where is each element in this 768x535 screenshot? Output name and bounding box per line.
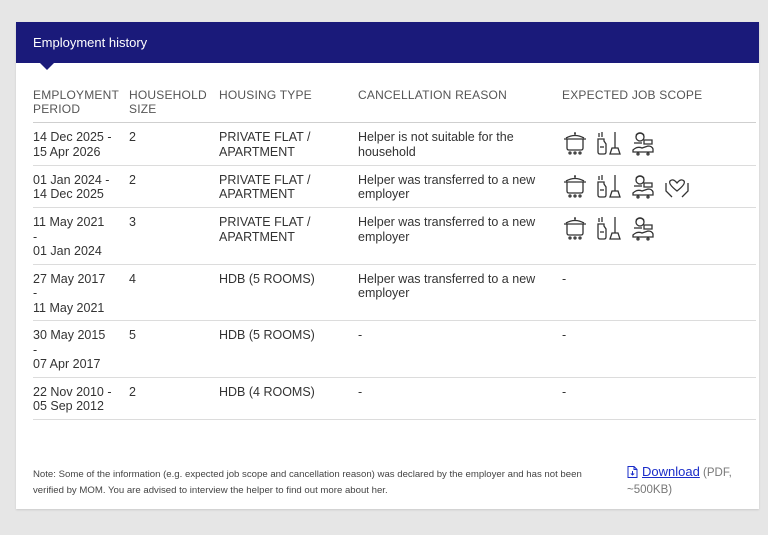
table-row: 11 May 2021-01 Jan 2024 3 PRIVATE FLAT / A…	[33, 207, 756, 265]
download-block: Download (PDF, ~500KB)	[627, 464, 745, 498]
period-start: 14 Dec 2025 -	[33, 130, 112, 144]
column-header-period: EMPLOYMENT PERIOD	[33, 88, 129, 123]
child-care-icon	[630, 130, 656, 160]
cell-employment-period: 14 Dec 2025 -15 Apr 2026	[33, 122, 129, 166]
cell-employment-period: 27 May 2017-11 May 2021	[33, 264, 129, 321]
cell-housing-type: HDB (5 ROOMS)	[219, 320, 358, 378]
card-title: Employment history	[33, 35, 148, 50]
table-row: 27 May 2017-11 May 2021 4 HDB (5 ROOMS) Hel…	[33, 264, 756, 321]
table-row: 30 May 2015-07 Apr 2017 5 HDB (5 ROOMS) - -	[33, 320, 756, 378]
cooking-icon	[562, 173, 588, 203]
cell-housing-type: HDB (4 ROOMS)	[219, 377, 358, 420]
period-start: 30 May 2015	[33, 328, 106, 342]
cell-household-size: 4	[129, 264, 219, 321]
cleaning-icon	[596, 130, 622, 160]
cell-household-size: 2	[129, 377, 219, 420]
cell-household-size: 2	[129, 122, 219, 166]
period-start: 27 May 2017	[33, 271, 106, 286]
cell-household-size: 2	[129, 165, 219, 208]
cell-job-scope: -	[562, 320, 756, 378]
period-end: 11 May 2021	[33, 300, 105, 315]
period-end: 07 Apr 2017	[33, 357, 101, 371]
table-row: 14 Dec 2025 -15 Apr 2026 2 PRIVATE FLAT / …	[33, 122, 756, 166]
period-dash: -	[33, 229, 38, 244]
cell-job-scope	[562, 122, 756, 166]
cell-job-scope: -	[562, 377, 756, 420]
cleaning-icon	[596, 215, 622, 245]
cell-household-size: 5	[129, 320, 219, 378]
period-start: 22 Nov 2010 -	[33, 384, 112, 399]
period-end: 05 Sep 2012	[33, 399, 104, 413]
cell-employment-period: 22 Nov 2010 -05 Sep 2012	[33, 377, 129, 420]
cooking-icon	[562, 130, 588, 160]
cell-employment-period: 01 Jan 2024 -14 Dec 2025	[33, 165, 129, 208]
employment-history-card: Employment history EMPLOYMENT PERIOD HOU…	[16, 22, 759, 509]
table-row: 01 Jan 2024 -14 Dec 2025 2 PRIVATE FLAT / …	[33, 165, 756, 208]
cell-household-size: 3	[129, 207, 219, 265]
cleaning-icon	[596, 173, 622, 203]
period-start: 01 Jan 2024 -	[33, 172, 110, 187]
caregiving-icon	[664, 173, 690, 203]
cell-housing-type: PRIVATE FLAT / APARTMENT	[219, 122, 358, 166]
cell-job-scope	[562, 165, 756, 208]
period-end: 01 Jan 2024	[33, 244, 102, 258]
cell-job-scope: -	[562, 264, 756, 321]
column-header-job-scope: EXPECTED JOB SCOPE	[562, 88, 756, 123]
cell-employment-period: 30 May 2015-07 Apr 2017	[33, 320, 129, 378]
cooking-icon	[562, 215, 588, 245]
cell-cancellation-reason: -	[358, 320, 562, 378]
table-row: 22 Nov 2010 -05 Sep 2012 2 HDB (4 ROOMS) - -	[33, 377, 756, 420]
document-download-icon	[627, 466, 638, 483]
column-header-cancellation-reason: CANCELLATION REASON	[358, 88, 562, 123]
cell-cancellation-reason: -	[358, 377, 562, 420]
cell-housing-type: PRIVATE FLAT / APARTMENT	[219, 207, 358, 265]
column-header-household-size: HOUSEHOLD SIZE	[129, 88, 219, 123]
table-header-row: EMPLOYMENT PERIOD HOUSEHOLD SIZE HOUSING…	[33, 88, 756, 123]
employment-history-table: EMPLOYMENT PERIOD HOUSEHOLD SIZE HOUSING…	[33, 88, 756, 420]
cell-cancellation-reason: Helper was transferred to a new employer	[358, 165, 562, 208]
cell-employment-period: 11 May 2021-01 Jan 2024	[33, 207, 129, 265]
cell-housing-type: HDB (5 ROOMS)	[219, 264, 358, 321]
period-start: 11 May 2021	[33, 215, 105, 229]
disclaimer-note: Note: Some of the information (e.g. expe…	[33, 469, 582, 496]
cell-cancellation-reason: Helper was transferred to a new employer	[358, 264, 562, 321]
period-end: 15 Apr 2026	[33, 144, 101, 159]
child-care-icon	[630, 173, 656, 203]
child-care-icon	[630, 215, 656, 245]
header-notch	[40, 63, 54, 70]
period-dash: -	[33, 286, 38, 300]
card-header: Employment history	[16, 22, 759, 70]
cell-housing-type: PRIVATE FLAT / APARTMENT	[219, 165, 358, 208]
period-end: 14 Dec 2025	[33, 187, 104, 201]
download-link[interactable]: Download	[642, 464, 700, 479]
column-header-housing-type: HOUSING TYPE	[219, 88, 358, 123]
cell-cancellation-reason: Helper was transferred to a new employer	[358, 207, 562, 265]
cell-cancellation-reason: Helper is not suitable for the household	[358, 122, 562, 166]
cell-job-scope	[562, 207, 756, 265]
period-dash: -	[33, 342, 38, 357]
